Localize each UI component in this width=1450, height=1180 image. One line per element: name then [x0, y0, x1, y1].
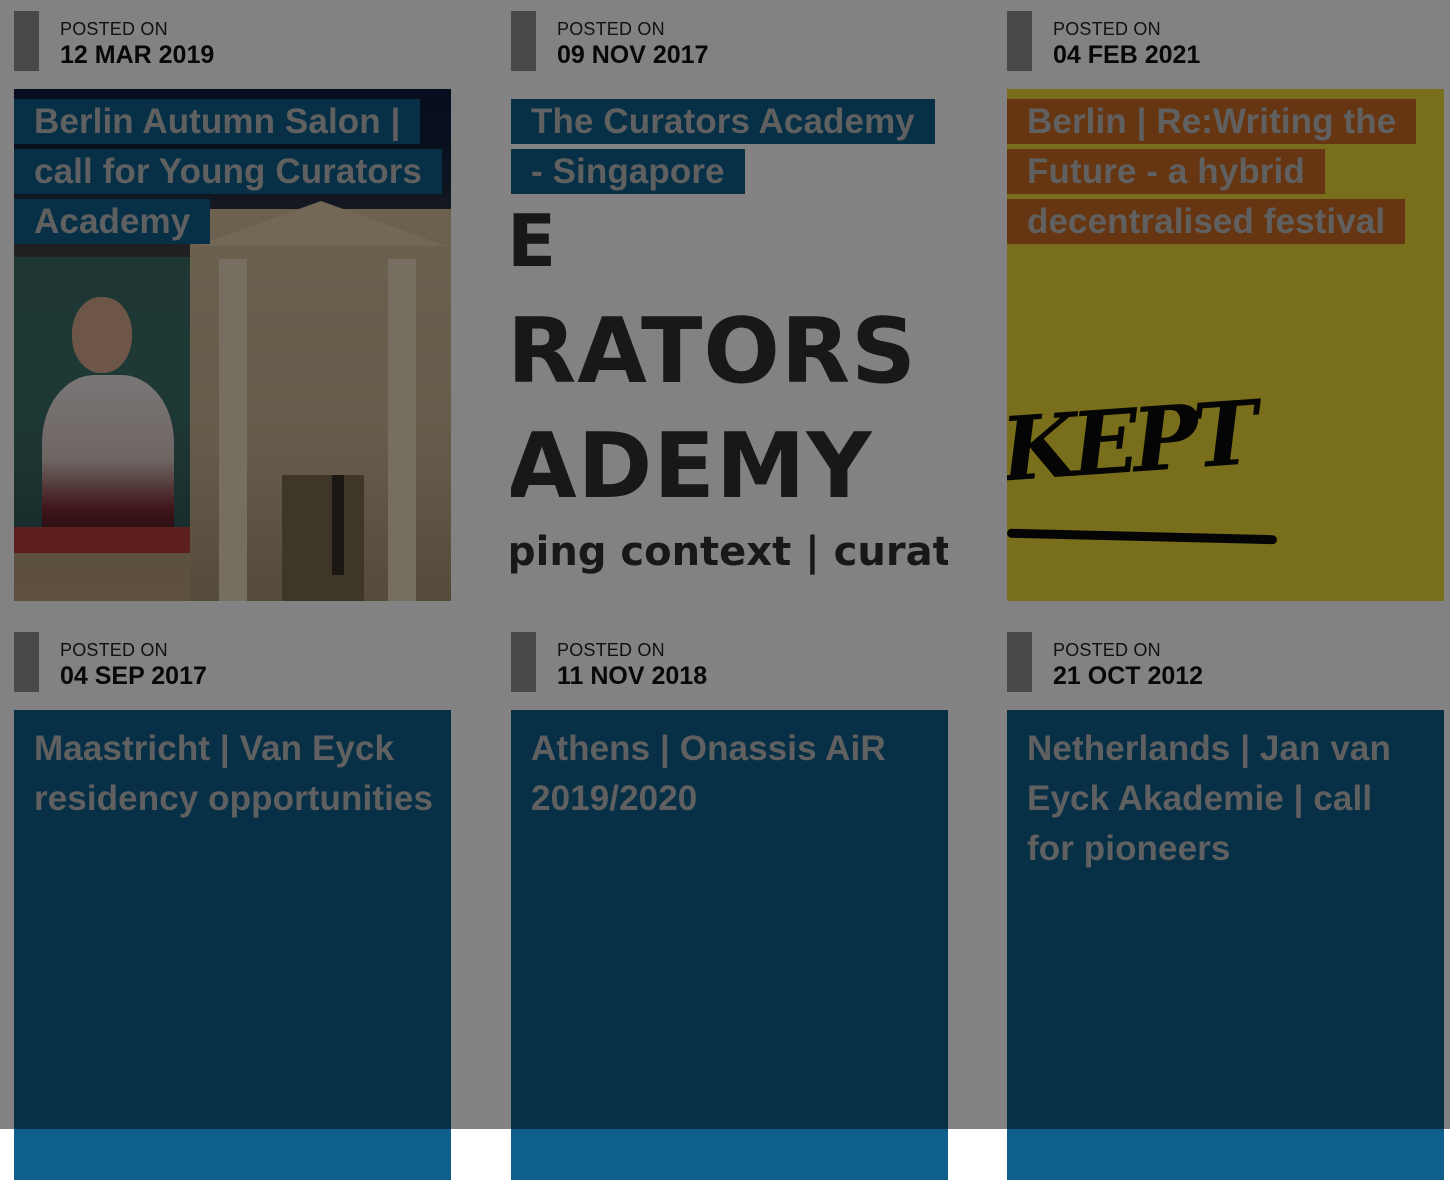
- post-thumbnail[interactable]: KEPT Berlin | Re:Writing the Future - a …: [1007, 89, 1444, 601]
- post-title[interactable]: Athens | Onassis AiR 2019/2020: [531, 724, 931, 824]
- date-bar: [511, 11, 536, 71]
- building-column: [388, 259, 416, 601]
- post-title-line: Berlin Autumn Salon |: [14, 99, 421, 144]
- post-title-line: Future - a hybrid: [1007, 149, 1325, 194]
- post-title[interactable]: Berlin Autumn Salon | call for Young Cur…: [14, 97, 443, 247]
- building-column: [219, 259, 247, 601]
- posted-on-label: POSTED ON: [557, 19, 665, 39]
- post-date: 21 OCT 2012: [1053, 662, 1204, 690]
- post-title[interactable]: Berlin | Re:Writing the Future - a hybri…: [1007, 97, 1417, 247]
- date-bar: [1007, 632, 1032, 692]
- date-bar: [1007, 11, 1032, 71]
- date-bar: [14, 632, 39, 692]
- brush-lettering: KEPT: [1007, 380, 1256, 502]
- post-date: 11 NOV 2018: [557, 662, 708, 690]
- posted-on-label: POSTED ON: [60, 640, 168, 660]
- posted-on-label: POSTED ON: [60, 19, 168, 39]
- post-title-line: Academy: [14, 199, 211, 244]
- post-date-block: POSTED ON 09 NOV 2017: [511, 11, 948, 71]
- poster-face: [72, 297, 132, 373]
- date-bar: [14, 11, 39, 71]
- post-title-line: Berlin | Re:Writing the: [1007, 99, 1417, 144]
- post-date-block: POSTED ON 04 FEB 2021: [1007, 11, 1444, 71]
- post-title-text: Netherlands | Jan van Eyck Akademie | ca…: [1027, 729, 1391, 868]
- post-date-block: POSTED ON 12 MAR 2019: [14, 11, 451, 71]
- post-title-line: - Singapore: [511, 149, 745, 194]
- post-date: 12 MAR 2019: [60, 41, 215, 69]
- post-title-text: Athens | Onassis AiR 2019/2020: [531, 729, 886, 818]
- post-thumbnail[interactable]: Athens | Onassis AiR 2019/2020: [511, 710, 948, 1180]
- post-thumbnail[interactable]: Berlin Autumn Salon | call for Young Cur…: [14, 89, 451, 601]
- post-thumbnail[interactable]: Maastricht | Van Eyck residency opportun…: [14, 710, 451, 1180]
- post-date-block: POSTED ON 04 SEP 2017: [14, 632, 451, 692]
- post-title-line: call for Young Curators: [14, 149, 443, 194]
- graphic-text: ADEMY: [511, 414, 873, 519]
- graphic-text: RATORS: [511, 299, 917, 404]
- theatre-poster: [14, 257, 209, 553]
- post-title[interactable]: Netherlands | Jan van Eyck Akademie | ca…: [1027, 724, 1427, 874]
- post-link[interactable]: Berlin Autumn Salon | call for Young Cur…: [14, 89, 451, 601]
- building-door: [282, 475, 364, 601]
- post-title-line: decentralised festival: [1007, 199, 1406, 244]
- post-date-block: POSTED ON 11 NOV 2018: [511, 632, 948, 692]
- post-title-line: The Curators Academy: [511, 99, 935, 144]
- post-link[interactable]: Netherlands | Jan van Eyck Akademie | ca…: [1007, 710, 1444, 1180]
- post-date: 09 NOV 2017: [557, 41, 709, 69]
- brush-underline: [1007, 528, 1278, 545]
- posted-on-label: POSTED ON: [1053, 19, 1161, 39]
- post-date: 04 SEP 2017: [60, 662, 207, 690]
- post-date-block: POSTED ON 21 OCT 2012: [1007, 632, 1444, 692]
- post-thumbnail[interactable]: E RATORS ADEMY ping context | curation T…: [511, 89, 948, 601]
- date-bar: [511, 632, 536, 692]
- post-link[interactable]: Athens | Onassis AiR 2019/2020: [511, 710, 948, 1180]
- post-grid: POSTED ON 12 MAR 2019 Berlin Autumn Salo…: [0, 0, 1450, 1180]
- post-link[interactable]: E RATORS ADEMY ping context | curation T…: [511, 89, 948, 601]
- post-title-text: Maastricht | Van Eyck residency opportun…: [34, 729, 434, 818]
- post-title[interactable]: The Curators Academy - Singapore: [511, 97, 935, 197]
- post-link[interactable]: Maastricht | Van Eyck residency opportun…: [14, 710, 451, 1180]
- street-lamp: [332, 475, 344, 575]
- post-date: 04 FEB 2021: [1053, 41, 1201, 69]
- poster-dress: [42, 375, 174, 543]
- graphic-text: E: [511, 199, 558, 283]
- posted-on-label: POSTED ON: [1053, 640, 1161, 660]
- posted-on-label: POSTED ON: [557, 640, 665, 660]
- post-thumbnail[interactable]: Netherlands | Jan van Eyck Akademie | ca…: [1007, 710, 1444, 1180]
- post-title[interactable]: Maastricht | Van Eyck residency opportun…: [34, 724, 434, 824]
- poster-strip: [14, 527, 209, 553]
- post-link[interactable]: KEPT Berlin | Re:Writing the Future - a …: [1007, 89, 1444, 601]
- graphic-subtext: ping context | curation: [511, 529, 948, 575]
